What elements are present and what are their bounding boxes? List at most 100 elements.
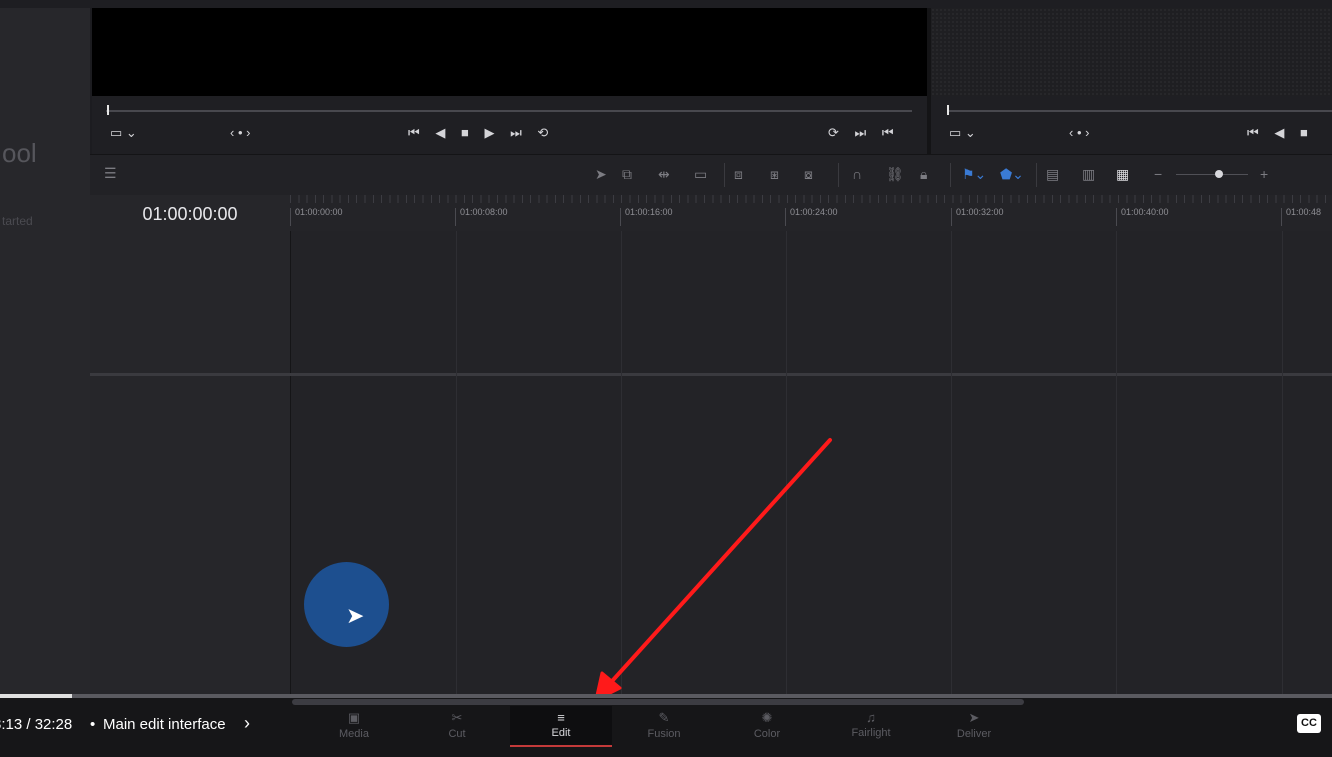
closed-captions-button[interactable]: CC — [1297, 714, 1321, 733]
snapping-icon[interactable]: ∩ — [852, 166, 862, 182]
page-tab-media[interactable]: ▣ Media — [304, 710, 404, 740]
chapter-title[interactable]: Main edit interface — [103, 716, 226, 733]
page-tab-label: Cut — [448, 728, 466, 740]
jog-control[interactable]: ‹ • › — [230, 126, 250, 140]
page-tab-fairlight[interactable]: ♫ Fairlight — [821, 710, 921, 739]
mouse-cursor-icon: ➤ — [346, 603, 365, 628]
timeline-scrubber[interactable] — [947, 110, 1332, 112]
top-strip — [0, 0, 1332, 8]
audio-track-headers[interactable] — [90, 376, 291, 696]
media-pool-panel: ool tarted — [0, 8, 90, 696]
flag-icon[interactable]: ⚑⌄ — [962, 166, 986, 183]
page-tab-label: Deliver — [956, 728, 992, 740]
page-tab-edit[interactable]: ≡ Edit — [511, 710, 611, 739]
fusion-page-icon: ✎ — [658, 710, 670, 725]
toolbar-separator — [724, 163, 725, 187]
detail-zoom-icon[interactable]: ▥ — [1082, 166, 1095, 183]
blade-edit-icon[interactable]: ▭ — [694, 166, 707, 183]
overwrite-clip-icon[interactable]: ⧆ — [770, 166, 779, 183]
trim-edit-icon[interactable]: ⧉ — [622, 166, 632, 183]
page-tab-label: Media — [339, 728, 369, 740]
toolbar-separator — [1036, 163, 1037, 187]
insert-clip-icon[interactable]: ⧈ — [734, 166, 743, 183]
grid-line — [1116, 231, 1117, 696]
play-icon[interactable]: ▶ — [484, 126, 494, 140]
marker-icon[interactable]: ⬟⌄ — [1000, 166, 1024, 183]
mark-in-icon[interactable]: ⏮ — [882, 126, 894, 140]
zoom-slider-handle[interactable] — [1215, 170, 1223, 178]
chevron-right-icon[interactable]: › — [244, 713, 250, 734]
page-tab-color[interactable]: ✺ Color — [717, 710, 817, 740]
zoom-in-icon[interactable]: + — [1260, 166, 1268, 182]
annotation-arrow — [594, 438, 832, 702]
ruler-label: 01:00:40:00 — [1116, 208, 1169, 226]
replace-clip-icon[interactable]: ⧇ — [804, 166, 813, 183]
media-pool-subtitle: tarted — [2, 214, 33, 228]
position-lock-icon[interactable]: 🔒︎ — [920, 166, 927, 183]
video-time-display: 3:13 / 32:28 — [0, 716, 73, 733]
chapter-separator: • — [90, 716, 96, 733]
ruler-label: 01:00:24:00 — [785, 208, 838, 226]
source-scrubber[interactable] — [106, 110, 912, 112]
page-tab-deliver[interactable]: ➤ Deliver — [924, 710, 1024, 740]
timeline-play-reverse-icon[interactable]: ◀ — [1274, 126, 1284, 140]
ruler-label: 01:00:48 — [1281, 208, 1321, 226]
timeline-playhead[interactable] — [947, 105, 949, 115]
timecode-panel: 01:00:00:00 — [90, 195, 290, 232]
timeline-jog-control[interactable]: ‹ • › — [1069, 126, 1089, 140]
match-frame-icon[interactable]: ⟳ — [828, 126, 839, 140]
timeline-view-options-menu[interactable]: ▭ ⌄ — [949, 126, 976, 140]
selection-mode-icon[interactable]: ➤ — [595, 166, 607, 183]
grid-line — [1282, 231, 1283, 696]
grid-line — [951, 231, 952, 696]
stop-icon[interactable]: ■ — [461, 126, 469, 140]
timeline-viewer[interactable] — [931, 8, 1332, 96]
timeline-viewer-controls: ▭ ⌄ ‹ • › ⏮ ◀ ■ — [931, 96, 1332, 154]
full-extent-zoom-icon[interactable]: ▤ — [1046, 166, 1059, 183]
timeline-view-options-icon[interactable]: ☰ — [104, 165, 117, 182]
page-tab-label: Fusion — [647, 728, 681, 740]
cut-page-icon: ✂ — [451, 710, 463, 725]
page-tab-fusion[interactable]: ✎ Fusion — [614, 710, 714, 740]
deliver-page-icon: ➤ — [968, 710, 980, 725]
active-page-indicator — [510, 745, 612, 747]
toolbar-separator — [950, 163, 951, 187]
toolbar-separator — [838, 163, 839, 187]
dynamic-trim-icon[interactable]: ⇹ — [658, 166, 670, 183]
source-viewer[interactable] — [92, 8, 927, 96]
go-to-end-icon[interactable]: ⏭ — [510, 126, 522, 140]
color-page-icon: ✺ — [761, 710, 773, 725]
source-viewer-controls: ▭ ⌄ ‹ • › ⏮ ◀ ■ ▶ ⏭ ⟲ ⟳ ⏭ ⏮ — [92, 96, 927, 154]
timeline-stop-icon[interactable]: ■ — [1300, 126, 1308, 140]
video-progress-played — [0, 694, 72, 698]
ruler-label: 01:00:08:00 — [455, 208, 508, 226]
page-tab-label: Fairlight — [851, 727, 891, 739]
timeline-go-to-start-icon[interactable]: ⏮ — [1247, 126, 1259, 140]
play-reverse-icon[interactable]: ◀ — [435, 126, 445, 140]
zoom-out-icon[interactable]: − — [1154, 166, 1162, 182]
timeline-timecode[interactable]: 01:00:00:00 — [90, 204, 290, 225]
edit-page-icon: ≡ — [557, 710, 565, 725]
media-pool-title: ool — [2, 138, 37, 168]
timeline-horizontal-scrollbar[interactable] — [292, 699, 1024, 705]
view-options-menu[interactable]: ▭ ⌄ — [110, 126, 137, 140]
zoom-slider-track[interactable] — [1176, 174, 1248, 175]
edit-toolbar: ☰ ➤ ⧉ ⇹ ▭ ⧈ ⧆ ⧇ ∩ ⛓ 🔒︎ ⚑⌄ ⬟⌄ ▤ ▥ ▦ − + — [90, 154, 1332, 195]
ruler-label: 01:00:32:00 — [951, 208, 1004, 226]
timeline-ruler[interactable]: 01:00:00:00 01:00:08:00 01:00:16:00 01:0… — [290, 195, 1332, 232]
source-playhead[interactable] — [107, 105, 109, 115]
video-progress-bar[interactable] — [0, 694, 1332, 698]
fairlight-page-icon: ♫ — [866, 710, 876, 725]
media-page-icon: ▣ — [347, 710, 361, 725]
page-tab-cut[interactable]: ✂ Cut — [407, 710, 507, 740]
linked-selection-icon[interactable]: ⛓ — [886, 166, 904, 183]
page-tab-label: Color — [753, 728, 781, 740]
ruler-label: 01:00:00:00 — [290, 208, 343, 226]
video-track-area[interactable] — [291, 231, 1332, 373]
custom-zoom-icon[interactable]: ▦ — [1116, 166, 1129, 183]
mark-out-icon[interactable]: ⏭ — [855, 126, 867, 140]
grid-line — [456, 231, 457, 696]
go-to-start-icon[interactable]: ⏮ — [408, 126, 420, 140]
video-track-headers[interactable] — [90, 231, 291, 373]
loop-icon[interactable]: ⟲ — [537, 126, 548, 140]
